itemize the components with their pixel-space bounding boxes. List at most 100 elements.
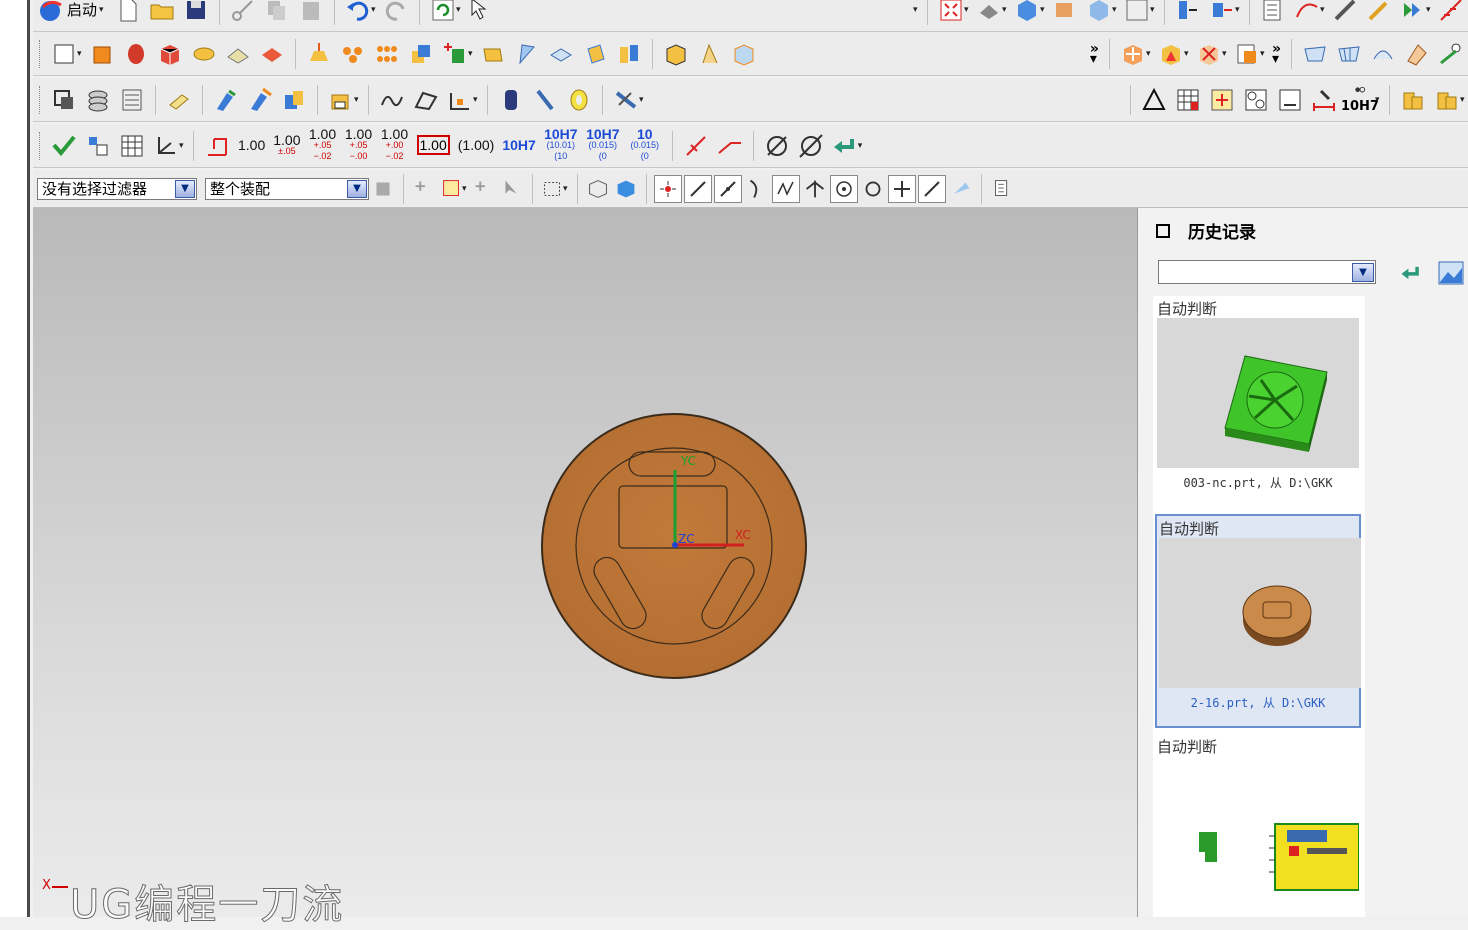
sketch-curve-button[interactable] [375,83,409,117]
chevron-down-icon[interactable]: ▾ [1235,5,1243,15]
radius-button[interactable] [679,129,713,163]
triangle-button[interactable] [1137,83,1171,117]
chevron-down-icon[interactable]: ▾ [1112,5,1120,15]
fit-view-button[interactable] [934,0,968,27]
workpiece-button[interactable] [81,83,115,117]
chevron-down-icon[interactable]: ▾ [1040,5,1048,15]
unite-button[interactable] [404,37,438,71]
diameter-button[interactable] [760,129,794,163]
revolve-button[interactable] [119,37,153,71]
check-button[interactable] [47,129,81,163]
background-button[interactable] [1120,0,1154,27]
table-button[interactable] [1171,83,1205,117]
dim-style-4[interactable]: 1.00 +.00 −.02 [381,127,409,162]
dim-style-fit-tol-1[interactable]: 10H7 (0.015) (0 [586,127,620,162]
snap-center-button[interactable] [830,174,858,203]
symbol-button[interactable] [1396,83,1430,117]
chevron-down-icon[interactable]: ▾ [1002,5,1010,15]
chevron-down-icon[interactable]: ▾ [1460,95,1468,105]
snap-intersection-button[interactable] [801,172,829,206]
dimension-button[interactable] [1307,83,1341,117]
graphics-viewport[interactable]: YC ZC XC [33,208,1137,917]
chevron-down-icon[interactable]: ▾ [1375,95,1383,105]
chevron-down-icon[interactable]: ▾ [77,49,85,59]
dim-style-3[interactable]: 1.00 +.05 −.00 [345,127,373,162]
view-orientation-button[interactable] [1010,0,1044,27]
move-object-button[interactable] [1116,37,1150,71]
cursor-select-button[interactable] [498,172,526,206]
block-button[interactable] [153,37,187,71]
dim-style-reference[interactable]: (1.00) [458,138,495,152]
filter-settings-button[interactable] [369,172,397,206]
chevron-down-icon[interactable]: ▾ [563,184,571,194]
deselect-button[interactable] [470,172,498,206]
hole-button[interactable] [221,37,255,71]
user-defined-button[interactable] [1434,37,1468,71]
cut-button[interactable] [226,0,260,27]
chevron-down-icon[interactable]: ▾ [468,49,476,59]
type-filter-dropdown[interactable]: 没有选择过滤器 ▼ [37,177,197,200]
analysis-button[interactable] [1290,0,1324,27]
sketch-button[interactable] [47,37,81,71]
trim-body-button[interactable] [659,37,693,71]
navigator-button[interactable] [1256,0,1290,27]
copy-button[interactable] [260,0,294,27]
chevron-down-icon[interactable]: ▾ [371,5,379,15]
ordinate-button[interactable] [200,129,234,163]
dim-style-fit[interactable]: 10H7 [502,138,535,152]
grid-button[interactable] [1434,0,1468,27]
datum-button[interactable] [438,37,472,71]
history-item[interactable]: 自动判断 003-nc.prt, 从 D:\GKK [1155,296,1361,491]
add-frame-button[interactable] [1205,83,1239,117]
snap-control-button[interactable] [772,174,800,203]
history-item[interactable]: 自动判断 [1155,734,1361,912]
spreadsheet-button[interactable] [115,129,149,163]
wireframe-select-button[interactable] [584,172,612,206]
layout-button[interactable] [115,83,149,117]
spring-button[interactable] [494,83,528,117]
snap-quadrant-button[interactable] [859,172,887,206]
chevron-down-icon[interactable]: ▾ [179,141,187,151]
component-button[interactable] [1205,0,1239,27]
delete-face-button[interactable] [1192,37,1226,71]
mesh-surface-button[interactable] [1332,37,1366,71]
snap-any-button[interactable] [654,174,682,203]
split-body-button[interactable] [612,37,646,71]
dim-style-fit-tol-0[interactable]: 10H7 (10.01) (10 [544,127,578,162]
chevron-down-icon[interactable]: ▾ [858,141,866,151]
snap-endpoint-button[interactable] [684,174,712,203]
dim-style-1[interactable]: 1.00 ±.05 [273,133,300,157]
symbol-alt-button[interactable] [1430,83,1464,117]
draft-button[interactable] [302,37,336,71]
cylinder-button[interactable] [187,37,221,71]
chevron-down-icon[interactable]: ▾ [1184,49,1192,59]
chevron-down-icon[interactable]: ▾ [1320,5,1328,15]
dim-style-2[interactable]: 1.00 +.05 −.02 [309,127,337,162]
return-button[interactable] [828,129,862,163]
layer-button[interactable] [1048,0,1082,27]
chevron-down-icon[interactable]: ▾ [1426,5,1434,15]
history-view-icon[interactable] [1436,258,1466,288]
point-set-button[interactable] [443,83,477,117]
swept-button[interactable] [1366,37,1400,71]
history-filter-dropdown[interactable]: ▼ [1158,260,1376,284]
ring-button[interactable] [562,83,596,117]
surface-button[interactable] [1298,37,1332,71]
array-button[interactable] [370,37,404,71]
undo-button[interactable] [341,0,375,27]
view-section-button[interactable] [1082,0,1116,27]
save-button[interactable] [179,0,213,27]
select-tool-button[interactable] [464,0,498,27]
snap-on-curve-button[interactable] [918,174,946,203]
more-tools-button[interactable]: » ▾ [1272,42,1281,66]
pattern-button[interactable] [336,37,370,71]
chevron-down-icon[interactable]: ▾ [639,95,647,105]
boss-button[interactable] [255,37,289,71]
snap-on-face-button[interactable] [947,172,975,206]
snap-button[interactable] [1362,0,1396,27]
history-item-selected[interactable]: 自动判断 2-16.prt, 从 D:\GKK [1155,514,1361,728]
motion-button[interactable] [1396,0,1430,27]
shell-button[interactable] [544,37,578,71]
scope-dropdown[interactable]: 整个装配 ▼ [205,177,369,200]
thicken-button[interactable] [727,37,761,71]
